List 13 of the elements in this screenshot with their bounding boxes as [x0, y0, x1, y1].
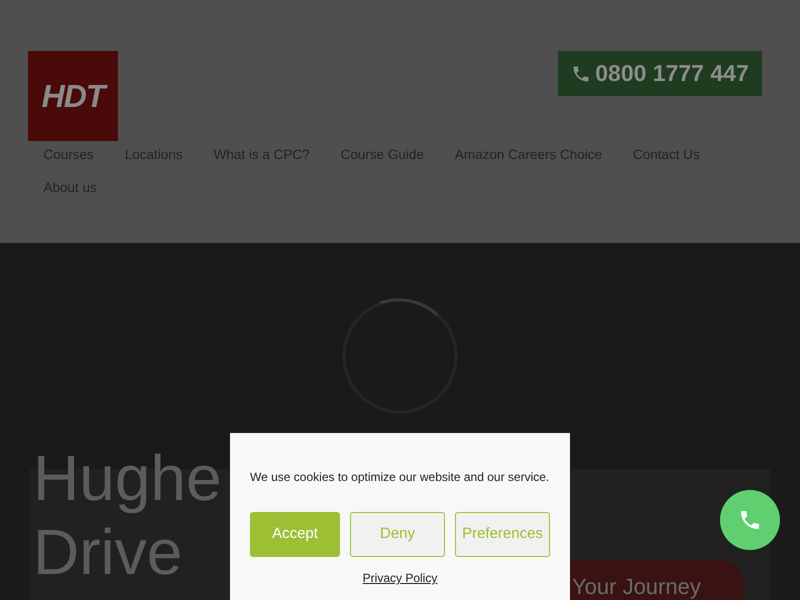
loading-spinner-icon [342, 298, 458, 414]
cta-button[interactable]: Your Journey [570, 560, 745, 600]
hero-headline: Drive [33, 515, 184, 589]
phone-number-button[interactable]: 0800 1777 447 [558, 51, 762, 96]
cookie-button[interactable]: Preferences [455, 512, 550, 557]
phone-icon [571, 64, 592, 84]
cookie-message: We use cookies to optimize our website and our service. [250, 469, 550, 486]
cookie-button[interactable]: Accept [250, 512, 340, 557]
phone-icon [738, 508, 762, 532]
cookie-button[interactable]: Deny [350, 512, 445, 557]
privacy-policy-link[interactable]: Privacy Policy [362, 569, 438, 587]
hdt-logo[interactable]: HDT [28, 51, 118, 141]
hero-headline: Hughe [33, 441, 222, 515]
